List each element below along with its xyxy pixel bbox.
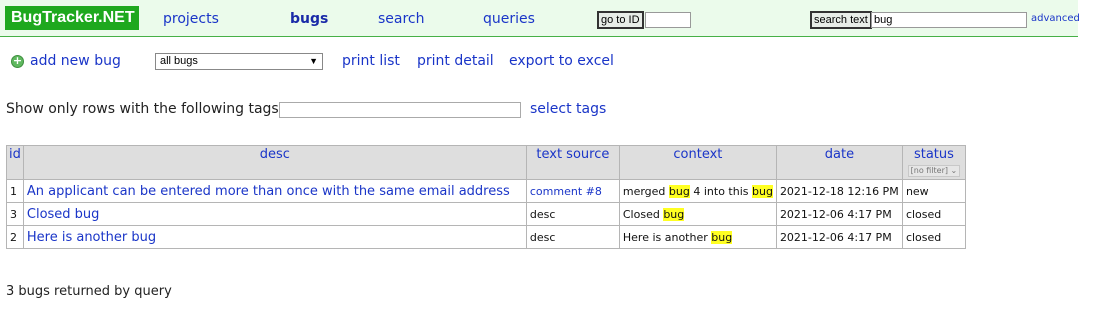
table-header-row: id desc text source context date status … bbox=[6, 145, 966, 180]
add-icon[interactable]: + bbox=[11, 55, 24, 68]
nav-projects-link[interactable]: projects bbox=[163, 11, 219, 27]
cell-desc: Closed bug bbox=[22, 202, 527, 226]
print-list-link[interactable]: print list bbox=[342, 53, 400, 69]
col-header-desc[interactable]: desc bbox=[22, 145, 527, 180]
context-text: Here is another bbox=[622, 230, 712, 244]
status-filter-select[interactable]: [no filter] ⌄ bbox=[907, 165, 961, 177]
cell-id: 1 bbox=[6, 179, 24, 203]
nav-bugs-link[interactable]: bugs bbox=[290, 11, 328, 27]
nav-queries-link[interactable]: queries bbox=[483, 11, 535, 27]
context-highlight: bug bbox=[663, 207, 685, 221]
context-text: 4 into this bbox=[689, 184, 752, 198]
context-text: Closed bbox=[622, 207, 664, 221]
cell-context: merged bug 4 into this bug bbox=[618, 179, 777, 203]
col-header-context[interactable]: context bbox=[618, 145, 777, 180]
col-header-status-label[interactable]: status bbox=[905, 147, 963, 162]
tags-filter-input[interactable] bbox=[279, 102, 521, 118]
results-summary: 3 bugs returned by query bbox=[6, 284, 172, 299]
table-row: 3 Closed bug desc Closed bug 2021-12-06 … bbox=[6, 202, 966, 226]
query-select[interactable]: all bugs ▼ bbox=[155, 53, 323, 70]
goto-id-input[interactable] bbox=[645, 12, 691, 28]
cell-status: new bbox=[901, 179, 966, 203]
cell-text-source: desc bbox=[525, 225, 620, 249]
context-highlight: bug bbox=[752, 184, 773, 198]
table-row: 1 An applicant can be entered more than … bbox=[6, 179, 966, 203]
cell-status: closed bbox=[901, 202, 966, 226]
cell-status: closed bbox=[901, 225, 966, 249]
cell-text-source: desc bbox=[525, 202, 620, 226]
col-header-date[interactable]: date bbox=[775, 145, 903, 180]
print-detail-link[interactable]: print detail bbox=[417, 53, 494, 69]
cell-id: 3 bbox=[6, 202, 24, 226]
bug-desc-link[interactable]: Closed bug bbox=[27, 207, 100, 222]
cell-text-source: comment #8 bbox=[525, 179, 620, 203]
context-highlight: bug bbox=[711, 230, 733, 244]
app-logo[interactable]: BugTracker.NET bbox=[5, 6, 139, 30]
export-excel-link[interactable]: export to excel bbox=[509, 53, 614, 69]
context-highlight: bug bbox=[668, 184, 690, 198]
select-tags-link[interactable]: select tags bbox=[530, 101, 606, 117]
col-header-text-source[interactable]: text source bbox=[525, 145, 620, 180]
query-select-value: all bugs bbox=[160, 55, 198, 67]
status-filter-value: [no filter] bbox=[910, 166, 948, 175]
bug-desc-link[interactable]: Here is another bug bbox=[27, 230, 156, 245]
cell-context: Closed bug bbox=[618, 202, 777, 226]
add-new-bug-link[interactable]: add new bug bbox=[30, 53, 121, 69]
goto-id-button[interactable]: go to ID bbox=[597, 11, 644, 29]
advanced-search-link[interactable]: advanced bbox=[1031, 13, 1080, 24]
text-source-link[interactable]: comment #8 bbox=[530, 185, 602, 198]
context-text: merged bbox=[622, 184, 669, 198]
table-row: 2 Here is another bug desc Here is anoth… bbox=[6, 225, 966, 249]
tags-filter-label: Show only rows with the following tags: bbox=[6, 101, 284, 117]
bugs-table: id desc text source context date status … bbox=[6, 145, 966, 249]
cell-date: 2021-12-06 4:17 PM bbox=[775, 225, 903, 249]
cell-desc: Here is another bug bbox=[22, 225, 527, 249]
cell-date: 2021-12-06 4:17 PM bbox=[775, 202, 903, 226]
search-text-button[interactable]: search text bbox=[810, 11, 872, 29]
nav-search-link[interactable]: search bbox=[378, 11, 425, 27]
cell-desc: An applicant can be entered more than on… bbox=[22, 179, 527, 203]
col-header-id[interactable]: id bbox=[6, 145, 24, 180]
col-header-status: status [no filter] ⌄ bbox=[901, 145, 966, 180]
cell-context: Here is another bug bbox=[618, 225, 777, 249]
bug-desc-link[interactable]: An applicant can be entered more than on… bbox=[27, 184, 510, 199]
chevron-down-icon: ▼ bbox=[309, 56, 318, 66]
cell-date: 2021-12-18 12:16 PM bbox=[775, 179, 903, 203]
cell-id: 2 bbox=[6, 225, 24, 249]
search-text-input[interactable]: bug bbox=[871, 12, 1027, 28]
top-nav-bar: BugTracker.NET projects bugs search quer… bbox=[0, 0, 1080, 37]
